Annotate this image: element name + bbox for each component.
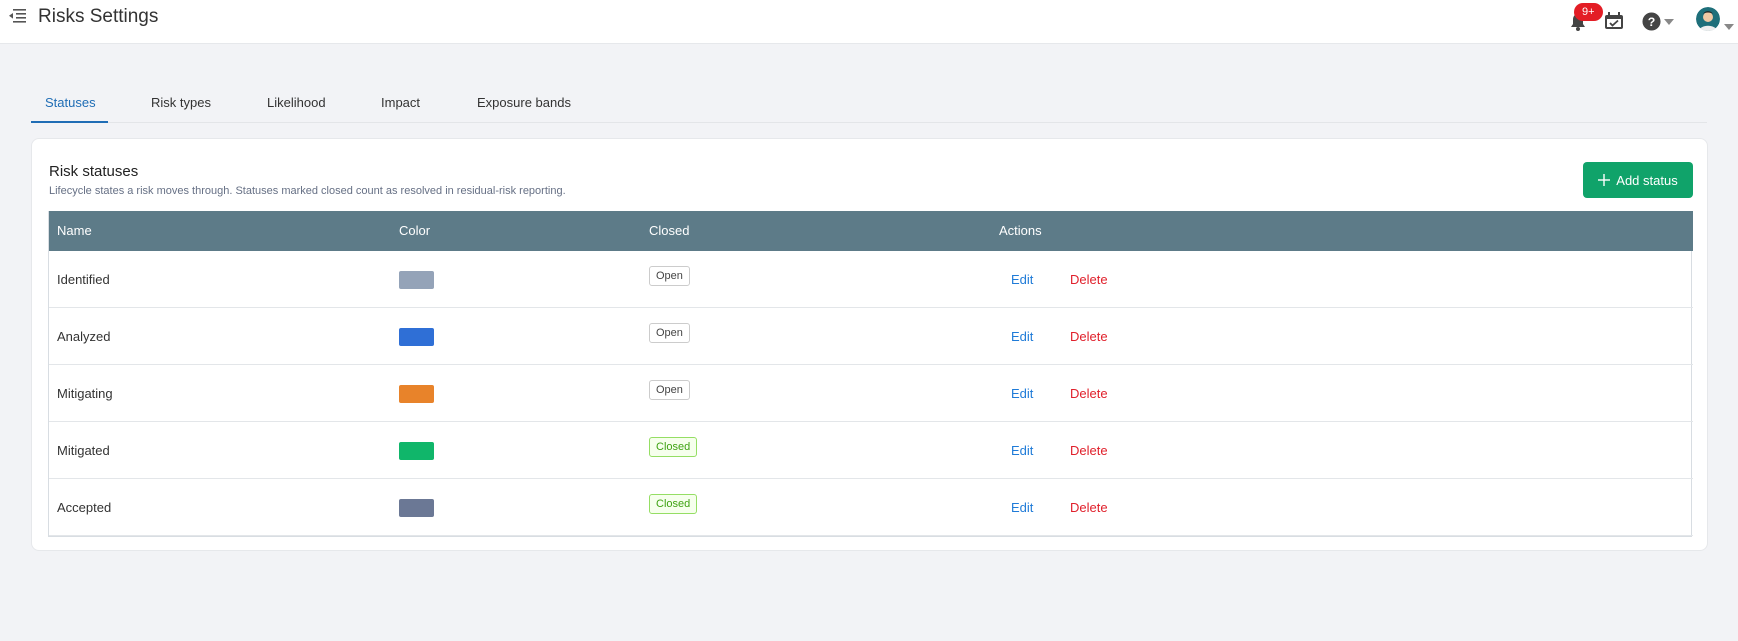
closed-tag: Open — [649, 380, 690, 400]
column-header-name: Name — [57, 223, 92, 238]
delete-link[interactable]: Delete — [1070, 272, 1108, 287]
status-name: Mitigated — [57, 443, 110, 458]
menu-collapse-icon[interactable] — [8, 8, 26, 24]
page-title: Risks Settings — [38, 6, 159, 27]
closed-tag: Open — [649, 266, 690, 286]
closed-tag: Closed — [649, 437, 698, 457]
chevron-down-icon[interactable] — [1664, 19, 1674, 25]
delete-link[interactable]: Delete — [1070, 500, 1108, 515]
edit-link[interactable]: Edit — [1011, 500, 1033, 515]
table-header: Name Color Closed Actions — [49, 211, 1693, 251]
plus-icon — [1598, 174, 1611, 186]
status-name: Identified — [57, 272, 110, 287]
active-tab-indicator — [31, 121, 108, 123]
edit-link[interactable]: Edit — [1011, 386, 1033, 401]
table-row: Mitigating Open Edit Delete — [49, 365, 1693, 422]
risk-statuses-card: Risk statuses Lifecycle states a risk mo… — [31, 138, 1708, 551]
card-title: Risk statuses — [49, 163, 139, 180]
top-bar: Risks Settings 9+ ? — [0, 0, 1738, 44]
tab-likelihood[interactable]: Likelihood — [267, 95, 326, 110]
edit-link[interactable]: Edit — [1011, 272, 1033, 287]
tab-risk-types[interactable]: Risk types — [151, 95, 211, 110]
table-row: Analyzed Open Edit Delete — [49, 308, 1693, 365]
avatar[interactable] — [1696, 7, 1720, 31]
calendar-check-icon[interactable] — [1604, 12, 1624, 30]
table-row: Identified Open Edit Delete — [49, 251, 1693, 308]
notification-badge: 9+ — [1574, 3, 1603, 21]
edit-link[interactable]: Edit — [1011, 443, 1033, 458]
status-name: Accepted — [57, 500, 112, 515]
column-header-color: Color — [399, 223, 431, 238]
color-swatch — [399, 271, 434, 289]
add-status-label: Add status — [1616, 172, 1678, 188]
svg-text:?: ? — [1648, 15, 1656, 29]
delete-link[interactable]: Delete — [1070, 386, 1108, 401]
status-name: Mitigating — [57, 386, 113, 401]
tab-statuses[interactable]: Statuses — [45, 95, 96, 110]
delete-link[interactable]: Delete — [1070, 329, 1108, 344]
color-swatch — [399, 385, 434, 403]
status-name: Analyzed — [57, 329, 111, 344]
closed-tag: Open — [649, 323, 690, 343]
statuses-table: Name Color Closed Actions Identified Ope… — [48, 211, 1693, 537]
color-swatch — [399, 499, 434, 517]
card-subtitle: Lifecycle states a risk moves through. S… — [49, 185, 566, 197]
column-header-closed: Closed — [649, 223, 690, 238]
chevron-down-icon[interactable] — [1724, 24, 1734, 30]
tab-impact[interactable]: Impact — [381, 95, 420, 110]
help-icon[interactable]: ? — [1642, 12, 1661, 31]
color-swatch — [399, 328, 434, 346]
column-header-actions: Actions — [999, 223, 1042, 238]
edit-link[interactable]: Edit — [1011, 329, 1033, 344]
table-row: Accepted Closed Edit Delete — [49, 479, 1693, 536]
delete-link[interactable]: Delete — [1070, 443, 1108, 458]
add-status-button[interactable]: Add status — [1583, 162, 1693, 198]
color-swatch — [399, 442, 434, 460]
settings-tabs: Statuses Risk types Likelihood Impact Ex… — [31, 86, 1707, 123]
tab-exposure-bands[interactable]: Exposure bands — [477, 95, 571, 110]
closed-tag: Closed — [649, 494, 698, 514]
table-row: Mitigated Closed Edit Delete — [49, 422, 1693, 479]
